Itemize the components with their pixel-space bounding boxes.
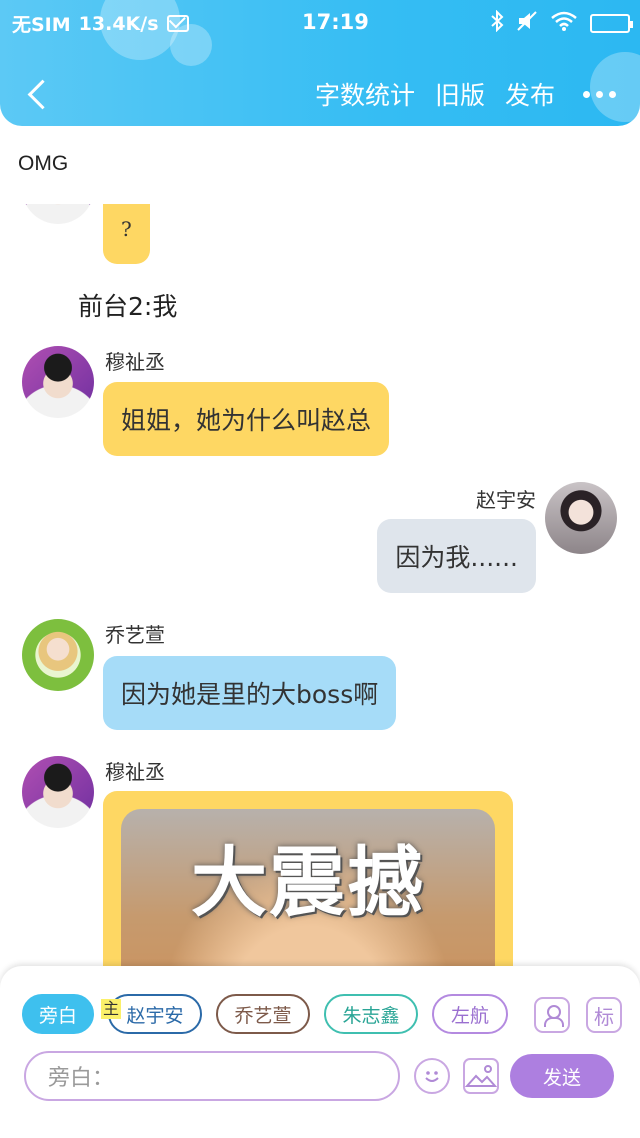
chat-bubble[interactable]: ? [103,204,150,264]
word-count-button[interactable]: 字数统计 [315,76,415,112]
avatar[interactable] [22,346,94,418]
character-chip-zuo[interactable]: 左航 [432,994,508,1034]
chat-bubble[interactable]: 因为她是里的大boss啊 [103,656,397,730]
bubble-text: 因为她是里的大boss啊 [121,680,379,709]
person-icon [544,1005,564,1027]
carrier-text: 无SIM [12,14,71,36]
avatar[interactable] [22,204,94,224]
chat-area[interactable]: ? 前台2:我 穆祉丞 姐姐，她为什么叫赵总 赵宇安 因为我...... 乔艺萱… [0,204,640,974]
sender-name: 乔艺萱 [105,623,165,647]
sender-name: 穆祉丞 [105,350,165,374]
chip-label: 朱志鑫 [342,1004,400,1027]
mute-icon [516,10,538,37]
chip-label: 左航 [450,1004,489,1027]
avatar[interactable] [22,619,94,691]
composer-panel: 旁白 主 赵宇安 乔艺萱 朱志鑫 左航 标 旁白： 发送 [0,966,640,1138]
chip-label: 乔艺萱 [234,1004,292,1027]
send-button[interactable]: 发送 [510,1054,614,1098]
emoji-icon[interactable] [414,1058,450,1094]
narrator-chip[interactable]: 旁白 [22,994,94,1034]
network-speed: 13.4K/s [78,12,159,35]
avatar[interactable] [545,482,617,554]
clock: 17:19 [302,10,369,34]
send-label: 发送 [542,1066,581,1089]
bubble-text: 因为我...... [395,543,518,572]
bubble-text: 姐姐，她为什么叫赵总 [121,406,372,435]
input-placeholder: 旁白： [48,1066,115,1091]
story-title-row: OMG [0,126,640,204]
tag-icon[interactable]: 标 [586,997,622,1033]
avatar[interactable] [22,756,94,828]
character-chip-zhao[interactable]: 赵宇安 [108,994,202,1034]
sender-name: 穆祉丞 [105,760,165,784]
meme-caption: 大震撼 [191,838,425,927]
image-bubble[interactable]: 大震撼 [103,791,513,974]
character-chip-qiao[interactable]: 乔艺萱 [216,994,310,1034]
mail-icon [166,15,189,32]
tag-icon-label: 标 [594,1004,614,1029]
story-title[interactable]: OMG [18,152,68,176]
meme-image[interactable]: 大震撼 [121,809,495,974]
publish-button[interactable]: 发布 [505,76,555,112]
wifi-icon [550,10,578,37]
sender-name: 赵宇安 [476,488,536,512]
chip-label: 赵宇安 [126,1004,184,1027]
battery-icon [590,14,633,33]
bluetooth-icon [490,9,504,37]
status-bar: 无SIM 13.4K/s 17:19 [12,8,633,37]
old-version-button[interactable]: 旧版 [435,76,485,112]
narration-line[interactable]: 前台2:我 [78,287,177,323]
character-chip-zhu[interactable]: 朱志鑫 [324,994,418,1034]
chat-bubble[interactable]: 姐姐，她为什么叫赵总 [103,382,390,456]
image-picker-icon[interactable] [463,1058,499,1094]
character-manage-icon[interactable] [534,997,570,1033]
chat-bubble[interactable]: 因为我...... [377,519,536,593]
nav-bar: 字数统计 旧版 发布 [0,70,640,116]
message-input[interactable]: 旁白： [24,1051,400,1101]
host-tag: 主 [101,999,122,1019]
more-icon[interactable] [583,90,616,98]
bubble-text: ? [121,217,132,241]
back-button[interactable] [20,74,54,114]
app-header: 无SIM 13.4K/s 17:19 字数统计 旧版 发布 [0,0,640,126]
chip-label: 旁白 [38,1004,77,1027]
